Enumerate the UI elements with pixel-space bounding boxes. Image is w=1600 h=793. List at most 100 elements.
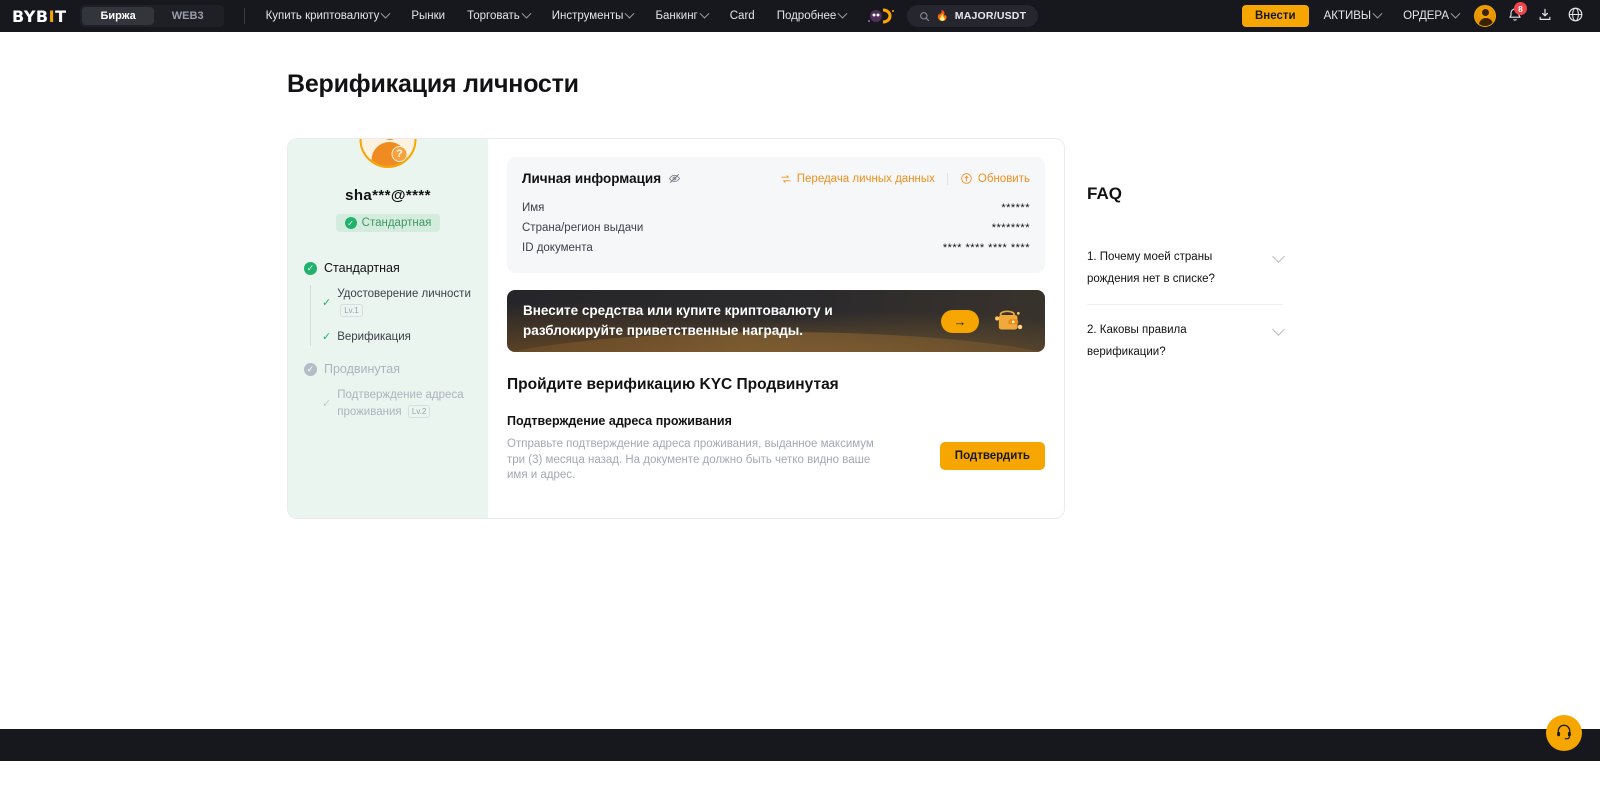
share-personal-data-button[interactable]: Передача личных данных xyxy=(780,173,935,185)
step-item-verification: ✓ Верификация xyxy=(322,329,472,346)
deposit-promo-banner[interactable]: Внесите средства или купите криптовалюту… xyxy=(507,290,1045,352)
download-app-button[interactable] xyxy=(1530,0,1560,32)
banner-line-1: Внесите средства или купите криптовалюту… xyxy=(523,303,833,318)
verification-sidebar: ? sha***@**** ✓ Стандартная ✓ Стандартна… xyxy=(288,139,488,518)
flame-icon: 🔥 xyxy=(936,10,949,22)
personal-information-header: Личная информация Передача личных данных… xyxy=(522,171,1030,186)
segment-web3[interactable]: WEB3 xyxy=(154,7,222,25)
chevron-down-icon xyxy=(837,8,848,19)
arrow-right-icon: → xyxy=(953,313,967,329)
notification-badge: 8 xyxy=(1514,2,1527,15)
step-item-identity-label: Удостоверение личности xyxy=(337,288,471,300)
check-badge-icon: ✓ xyxy=(344,217,357,229)
nav-item-trade[interactable]: Торговать xyxy=(456,0,541,32)
search-input[interactable]: 🔥 MAJOR/USDT xyxy=(907,5,1039,27)
globe-icon xyxy=(1567,6,1584,26)
step-item-address-label: Подтверждение адреса проживания xyxy=(337,389,464,418)
info-label-document-id: ID документа xyxy=(522,242,593,254)
nav-label-orders: ОРДЕРА xyxy=(1403,10,1449,22)
bybit-logo[interactable]: BYBIT xyxy=(12,7,66,26)
top-navigation-bar: BYBIT Биржа WEB3 Купить криптовалюту Рын… xyxy=(0,0,1600,32)
search-term: MAJOR/USDT xyxy=(954,10,1027,22)
nav-label-assets: АКТИВЫ xyxy=(1323,10,1372,22)
nav-label-buy-crypto: Купить криптовалюту xyxy=(265,10,380,22)
content-layout: ? sha***@**** ✓ Стандартная ✓ Стандартна… xyxy=(287,138,1285,519)
kyc-subtitle: Подтверждение адреса проживания xyxy=(507,414,732,428)
faq-title: FAQ xyxy=(1087,184,1122,203)
profile-avatar: ? xyxy=(359,139,417,168)
chevron-down-icon xyxy=(1272,323,1285,336)
promo-mascot-icon[interactable] xyxy=(865,6,899,26)
nav-item-more[interactable]: Подробнее xyxy=(766,0,858,32)
banner-line-2: разблокируйте приветственные награды. xyxy=(523,323,804,338)
logo-text-1: BYB xyxy=(12,6,49,26)
update-button[interactable]: Обновить xyxy=(960,172,1030,185)
kyc-section-title: Пройдите верификацию KYC Продвинутая xyxy=(507,376,839,393)
question-mark-icon: ? xyxy=(391,146,408,162)
check-circle-icon: ✓ xyxy=(304,261,317,275)
info-label-name: Имя xyxy=(522,202,545,214)
segment-exchange[interactable]: Биржа xyxy=(82,7,154,25)
chevron-down-icon xyxy=(1450,8,1461,19)
faq-section: FAQ 1. Почему моей страны рождения нет в… xyxy=(1087,138,1285,377)
kyc-description-block: Подтверждение адреса проживания Отправьт… xyxy=(507,414,882,484)
support-chat-button[interactable] xyxy=(1546,715,1582,751)
nav-label-trade: Торговать xyxy=(467,10,520,22)
banner-arrow-button[interactable]: → xyxy=(941,309,979,333)
info-row-country: Страна/регион выдачи ******** xyxy=(522,218,1030,238)
info-row-document-id: ID документа **** **** **** **** xyxy=(522,238,1030,258)
verification-steps: ✓ Стандартная ✓ Удостоверение личности Lv… xyxy=(304,261,472,421)
account-avatar-button[interactable] xyxy=(1470,0,1500,32)
footer-strip xyxy=(0,729,1600,761)
kyc-row: Подтверждение адреса проживания Отправьт… xyxy=(507,414,1045,484)
info-row-name: Имя ****** xyxy=(522,198,1030,218)
personal-information-box: Личная информация Передача личных данных… xyxy=(507,157,1045,273)
nav-label-banking: Банкинг xyxy=(655,10,698,22)
chevron-down-icon xyxy=(625,8,635,19)
download-icon xyxy=(1537,7,1553,26)
nav-item-banking[interactable]: Банкинг xyxy=(644,0,718,32)
step-item-identity: ✓ Удостоверение личности Lv.1 xyxy=(322,286,472,320)
nav-item-assets[interactable]: АКТИВЫ xyxy=(1313,0,1393,32)
chevron-down-icon xyxy=(699,8,710,19)
nav-label-markets: Рынки xyxy=(411,10,446,22)
personal-information-title: Личная информация xyxy=(522,171,662,186)
nav-divider xyxy=(243,8,245,24)
logo-text-2: T xyxy=(55,6,67,26)
chevron-down-icon xyxy=(521,8,532,19)
step-standard-label: Стандартная xyxy=(324,261,400,275)
eye-off-icon[interactable] xyxy=(668,172,681,185)
faq-question-1: 1. Почему моей страны рождения нет в спи… xyxy=(1087,251,1215,285)
avatar xyxy=(1474,5,1496,27)
language-button[interactable] xyxy=(1560,0,1590,32)
info-label-country: Страна/регион выдачи xyxy=(522,222,644,234)
step-advanced-header: ✓ Продвинутая xyxy=(304,362,472,376)
confirm-button[interactable]: Подтвердить xyxy=(939,442,1045,470)
check-circle-icon: ✓ xyxy=(304,362,317,376)
faq-question-2: 2. Каковы правила верификации? xyxy=(1087,324,1187,358)
check-icon: ✓ xyxy=(322,331,332,343)
personal-information-actions: Передача личных данных Обновить xyxy=(780,172,1030,185)
deposit-button[interactable]: Внести xyxy=(1242,5,1309,27)
nav-item-orders[interactable]: ОРДЕРА xyxy=(1392,0,1470,32)
level-tag-lv2: Lv.2 xyxy=(407,405,431,419)
headset-icon xyxy=(1555,722,1573,745)
nav-item-card[interactable]: Card xyxy=(719,0,766,32)
chevron-down-icon xyxy=(380,8,391,19)
faq-item-1[interactable]: 1. Почему моей страны рождения нет в спи… xyxy=(1087,232,1285,305)
faq-item-2[interactable]: 2. Каковы правила верификации? xyxy=(1087,305,1285,377)
status-badge: ✓ Стандартная xyxy=(335,214,441,232)
nav-item-tools[interactable]: Инструменты xyxy=(541,0,645,32)
verification-main-panel: Личная информация Передача личных данных… xyxy=(488,139,1064,518)
verification-card: ? sha***@**** ✓ Стандартная ✓ Стандартна… xyxy=(287,138,1065,519)
banner-text: Внесите средства или купите криптовалюту… xyxy=(523,301,833,341)
info-value-country: ******** xyxy=(991,222,1030,234)
step-advanced-label: Продвинутая xyxy=(324,362,400,376)
info-value-document-id: **** **** **** **** xyxy=(942,242,1030,254)
wallet-icon xyxy=(989,298,1029,344)
product-switcher: Биржа WEB3 xyxy=(80,5,224,27)
notifications-button[interactable]: 8 xyxy=(1500,0,1530,32)
nav-item-markets[interactable]: Рынки xyxy=(400,0,456,32)
chevron-down-icon xyxy=(1272,250,1285,263)
nav-item-buy-crypto[interactable]: Купить криптовалюту xyxy=(255,0,401,32)
